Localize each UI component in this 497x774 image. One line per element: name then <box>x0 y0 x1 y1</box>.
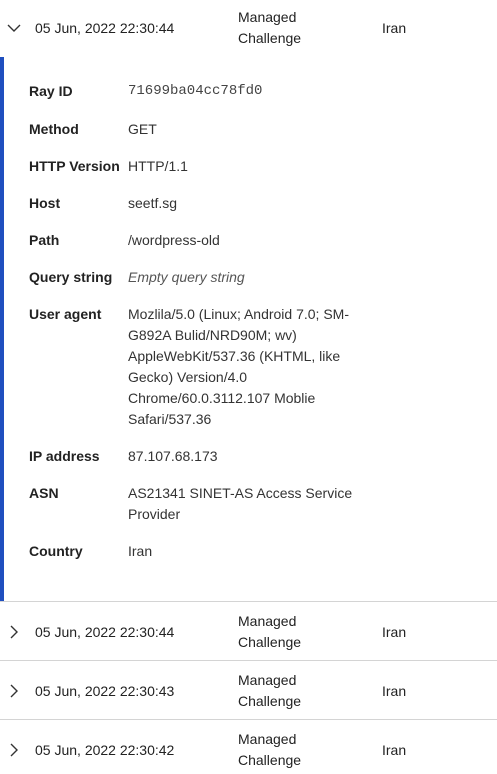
method-value: GET <box>128 121 157 137</box>
event-row[interactable]: 05 Jun, 2022 22:30:43 Managed Challenge … <box>0 660 497 719</box>
user-agent-label: User agent <box>29 306 102 322</box>
ray-id-label: Ray ID <box>29 83 73 99</box>
chevron-right-icon[interactable] <box>5 741 23 759</box>
event-action: Managed Challenge <box>238 672 302 709</box>
method-label: Method <box>29 121 79 137</box>
event-action: Managed Challenge <box>238 731 302 768</box>
ray-id-value: 71699ba04cc78fd0 <box>128 83 263 99</box>
event-country: Iran <box>382 624 407 640</box>
event-time: 05 Jun, 2022 22:30:43 <box>35 683 175 699</box>
event-time: 05 Jun, 2022 22:30:44 <box>35 624 175 640</box>
event-time: 05 Jun, 2022 22:30:44 <box>35 20 175 36</box>
ip-address-value: 87.107.68.173 <box>128 448 218 464</box>
host-value: seetf.sg <box>128 195 178 211</box>
event-row[interactable]: 05 Jun, 2022 22:30:44 Managed Challenge … <box>0 601 497 660</box>
country-label: Country <box>29 543 83 559</box>
asn-label: ASN <box>29 485 59 501</box>
chevron-right-icon[interactable] <box>5 623 23 641</box>
event-details-panel: Ray ID 71699ba04cc78fd0 Method GET HTTP … <box>0 57 497 601</box>
event-row-expanded[interactable]: 05 Jun, 2022 22:30:44 Managed Challenge … <box>0 0 497 57</box>
query-string-value: Empty query string <box>128 269 245 285</box>
ip-address-label: IP address <box>29 448 100 464</box>
asn-value: AS21341 SINET-AS Access Service Provider <box>128 485 353 522</box>
host-label: Host <box>29 195 61 211</box>
chevron-down-icon[interactable] <box>5 19 23 37</box>
event-action: Managed Challenge <box>238 9 302 46</box>
country-value: Iran <box>128 543 153 559</box>
event-country: Iran <box>382 20 407 36</box>
event-row[interactable]: 05 Jun, 2022 22:30:42 Managed Challenge … <box>0 719 497 774</box>
query-string-label: Query string <box>29 269 113 285</box>
chevron-right-icon[interactable] <box>5 682 23 700</box>
http-version-label: HTTP Version <box>29 158 120 174</box>
event-action: Managed Challenge <box>238 613 302 650</box>
event-country: Iran <box>382 683 407 699</box>
user-agent-value: Mozlila/5.0 (Linux; Android 7.0; SM-G892… <box>128 306 349 427</box>
event-country: Iran <box>382 742 407 758</box>
http-version-value: HTTP/1.1 <box>128 158 188 174</box>
path-label: Path <box>29 232 60 248</box>
path-value: /wordpress-old <box>128 232 220 248</box>
event-time: 05 Jun, 2022 22:30:42 <box>35 742 175 758</box>
